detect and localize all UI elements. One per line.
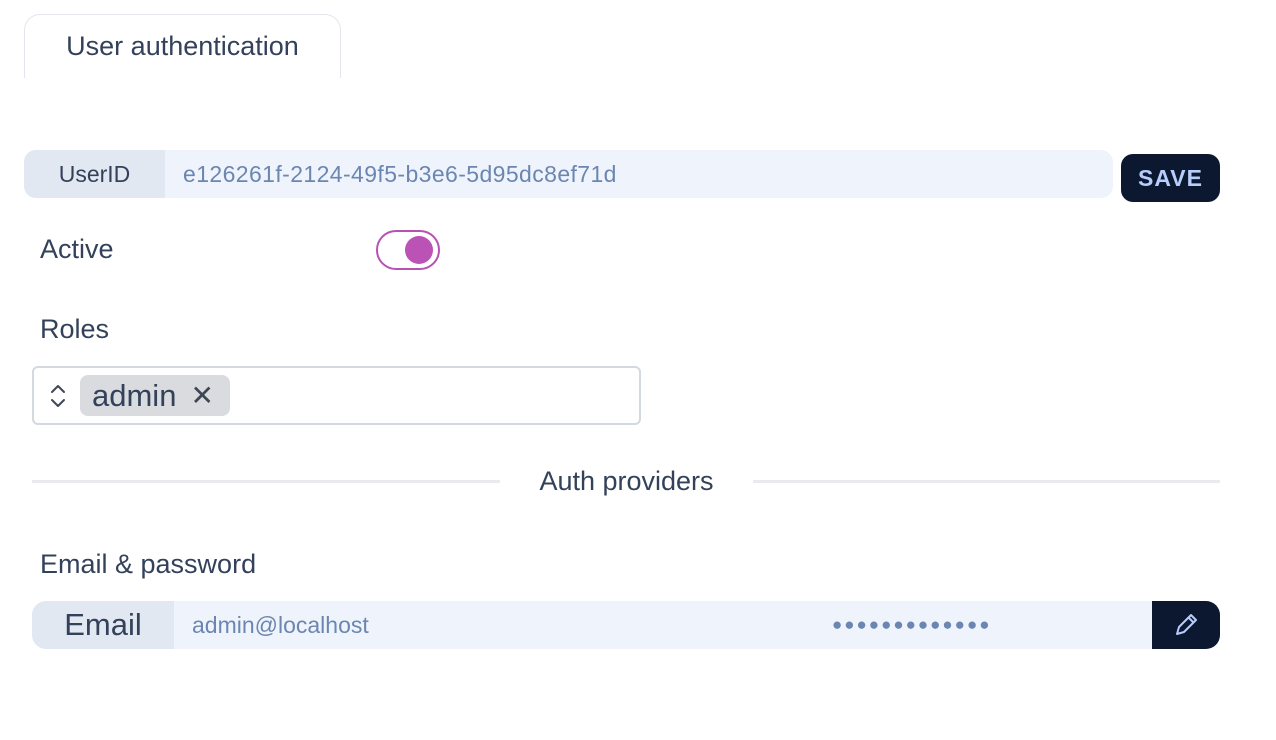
divider-left (32, 480, 500, 483)
roles-label: Roles (40, 314, 110, 344)
active-toggle[interactable] (376, 230, 440, 270)
role-chip-label: admin (92, 377, 177, 413)
user-id-field: UserID e126261f-2124-49f5-b3e6-5d95dc8ef… (24, 150, 1113, 198)
save-button[interactable]: SAVE (1121, 154, 1220, 202)
tab-user-authentication[interactable]: User authentication (24, 14, 341, 78)
toggle-knob (405, 236, 433, 264)
role-chip-admin: admin ✕ (80, 375, 230, 416)
email-password-field: Email admin@localhost ●●●●●●●●●●●●● (32, 601, 1220, 649)
divider-right (753, 480, 1220, 483)
password-value[interactable]: ●●●●●●●●●●●●● (814, 601, 1152, 649)
email-value[interactable]: admin@localhost (174, 601, 814, 649)
close-icon[interactable]: ✕ (190, 381, 213, 410)
tab-label: User authentication (66, 31, 299, 61)
user-id-value[interactable]: e126261f-2124-49f5-b3e6-5d95dc8ef71d (165, 150, 1113, 198)
email-label: Email (32, 601, 174, 649)
edit-button[interactable] (1152, 601, 1220, 649)
user-id-label: UserID (24, 150, 165, 198)
chevron-up-down-icon (51, 385, 65, 407)
active-label: Active (40, 234, 114, 264)
auth-providers-heading: Auth providers (539, 466, 714, 496)
pencil-icon (1176, 614, 1197, 635)
email-password-label: Email & password (40, 549, 257, 579)
roles-select[interactable]: admin ✕ (32, 366, 641, 425)
